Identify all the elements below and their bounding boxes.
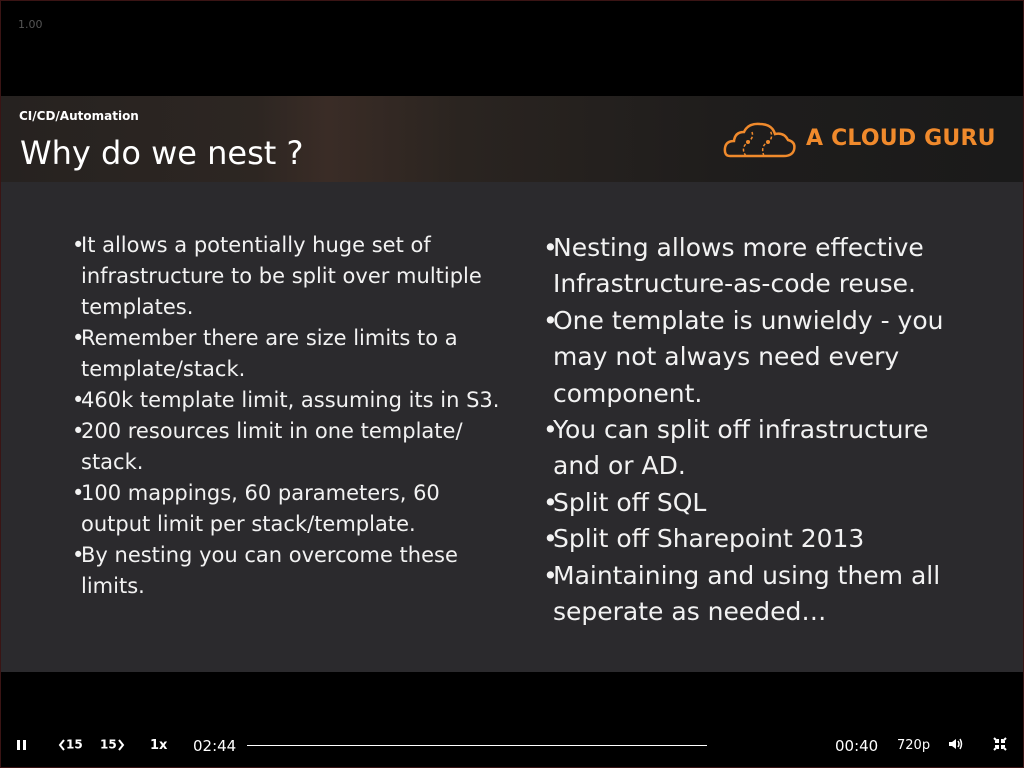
pause-icon [17,740,26,750]
list-item: • Nesting allows more effective Infrastru… [543,233,924,299]
rewind-15-icon [58,738,65,751]
list-item: • It allows a potentially huge set of inf… [72,233,482,319]
brand-logo: A CLOUD GURU [722,120,1002,160]
list-item: • Split off Sharepoint 2013 [543,524,865,554]
logo-text: A CLOUD GURU [806,126,996,151]
rewind-15-button[interactable]: 15 [58,737,83,752]
left-bullet-list: • It allows a potentially huge set of inf… [72,230,502,602]
slide-title: Why do we nest ? [20,134,304,172]
list-item: • 100 mappings, 60 parameters, 60 output … [72,481,440,536]
current-time: 02:44 [193,737,237,755]
volume-icon [949,738,963,750]
remaining-time: 00:40 [835,737,879,755]
list-item: • You can split off infrastructure and or… [543,415,929,481]
playback-speed-button[interactable]: 1x [150,738,167,753]
list-item: • 460k template limit, assuming its in S3… [72,388,500,412]
list-item: • Remember there are size limits to a tem… [72,326,458,381]
list-item: • By nesting you can overcome these limit… [72,543,458,598]
forward-15-button[interactable]: 15 [100,737,125,752]
list-item: • One template is unwieldy - you may not … [543,305,944,408]
progress-bar[interactable] [247,745,707,746]
forward-15-icon [117,738,124,751]
slide: CI/CD/Automation Why do we nest ? A CLOU… [0,96,1024,672]
list-item: • 200 resources limit in one template/ st… [72,419,463,474]
slide-category: CI/CD/Automation [19,109,139,123]
exit-fullscreen-icon [993,737,1007,751]
volume-button[interactable] [948,737,964,754]
slide-header: CI/CD/Automation Why do we nest ? A CLOU… [0,96,1024,182]
list-item: • Maintaining and using them all seperate… [543,560,941,627]
player-controls: 15 15 1x 02:44 00:40 720p [0,728,1024,762]
cloud-logo-icon [723,122,796,158]
list-item: • Split off SQL [543,487,707,517]
zoom-level-label: 1.00 [18,18,43,31]
pause-button[interactable] [15,738,29,755]
right-bullet-list: • Nesting allows more effective Infrastru… [543,230,983,630]
exit-fullscreen-button[interactable] [993,737,1007,754]
quality-button[interactable]: 720p [897,738,930,753]
